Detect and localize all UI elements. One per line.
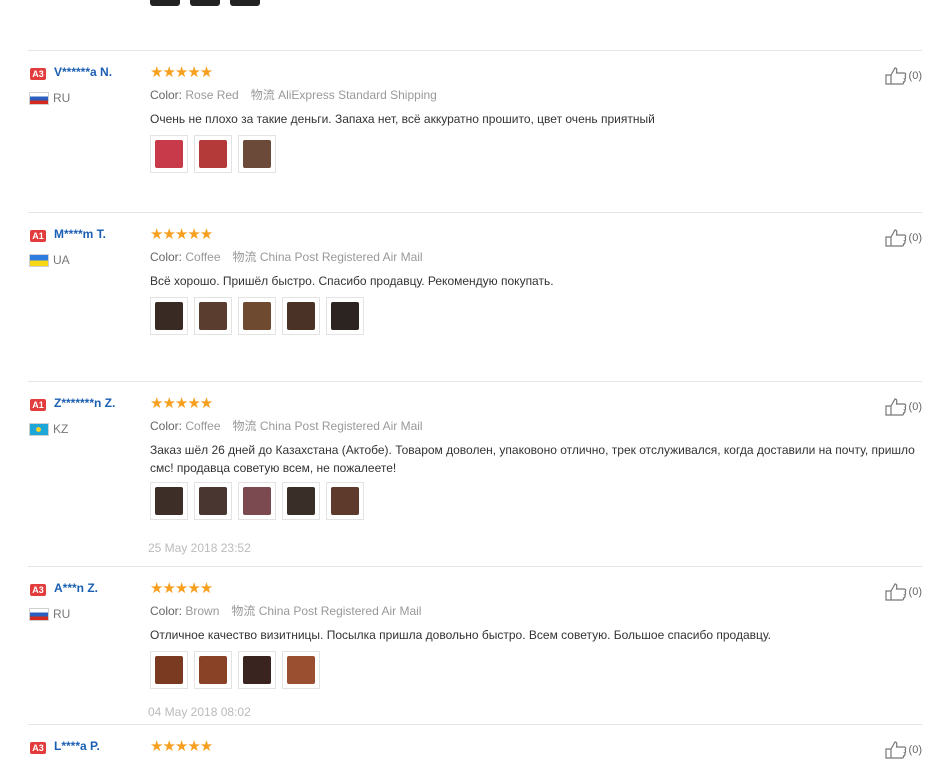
photo-thumbnail[interactable] <box>150 482 188 520</box>
review-item: A3 A***n Z. RU ★★★★★ Color: Brown 物流 China Po… <box>28 566 922 725</box>
photo-thumbnail[interactable] <box>150 297 188 335</box>
previous-review-photos <box>150 0 260 6</box>
reviewer-name: A***n Z. <box>54 581 99 595</box>
review-photos <box>150 135 276 173</box>
photo-thumbnail[interactable] <box>194 135 232 173</box>
reviewer-country: RU <box>53 91 71 105</box>
color-value: Rose Red <box>185 88 239 102</box>
review-item: A1 Z*******n Z. KZ ★★★★★ Color: Coffee 物流 Chi… <box>28 381 922 567</box>
review-photos <box>150 651 320 689</box>
reviewer-country: UA <box>53 253 70 267</box>
shipping-method: 物流 China Post Registered Air Mail <box>232 250 423 264</box>
order-info: Color: Coffee 物流 China Post Registered Ai… <box>150 248 423 265</box>
color-label: Color: <box>150 604 183 618</box>
helpful-count: (0) <box>908 400 922 413</box>
star-rating: ★★★★★ <box>150 226 213 243</box>
photo-thumbnail[interactable] <box>238 297 276 335</box>
helpful-count: (0) <box>908 585 922 598</box>
order-info: Color: Rose Red 物流 AliExpress Standard Sh… <box>150 86 437 103</box>
thumbs-up-icon <box>884 583 909 601</box>
photo-thumbnail[interactable] <box>150 135 188 173</box>
star-rating: ★★★★★ <box>150 395 213 412</box>
reviewer-country: KZ <box>53 422 69 436</box>
buyer-level-badge: A3 <box>30 584 46 596</box>
helpful-button[interactable]: (0) <box>884 67 922 85</box>
color-label: Color: <box>150 250 183 264</box>
star-rating: ★★★★★ <box>150 738 213 755</box>
thumbs-up-icon <box>884 67 909 85</box>
color-value: Coffee <box>185 419 221 433</box>
review-item: A3 V******a N. RU ★★★★★ Color: Rose Red 物流 Al… <box>28 50 922 213</box>
photo-thumbnail[interactable] <box>238 482 276 520</box>
order-info: Color: Coffee 物流 China Post Registered Ai… <box>150 417 423 434</box>
country-flag-icon <box>30 609 48 620</box>
review-text: Очень не плохо за такие деньги. Запаха н… <box>150 112 655 126</box>
buyer-level-badge: A1 <box>30 399 46 411</box>
photo-thumbnail[interactable] <box>326 482 364 520</box>
helpful-button[interactable]: (0) <box>884 741 922 759</box>
buyer-level-badge: A3 <box>30 68 46 80</box>
photo-thumbnail[interactable] <box>230 0 260 6</box>
order-info: Color: Brown 物流 China Post Registered Air… <box>150 602 421 619</box>
country-flag-icon <box>30 93 48 104</box>
reviewer-name: L****a P. <box>54 739 100 753</box>
color-label: Color: <box>150 88 183 102</box>
star-rating: ★★★★★ <box>150 64 213 81</box>
photo-thumbnail[interactable] <box>194 651 232 689</box>
review-item: A1 M****m T. UA ★★★★★ Color: Coffee 物流 China … <box>28 212 922 382</box>
helpful-button[interactable]: (0) <box>884 229 922 247</box>
photo-thumbnail[interactable] <box>194 482 232 520</box>
helpful-count: (0) <box>908 69 922 82</box>
review-text: Заказ шёл 26 дней до Казахстана (Актобе)… <box>150 443 915 475</box>
review-text: Отличное качество визитницы. Посылка при… <box>150 628 772 642</box>
photo-thumbnail[interactable] <box>282 297 320 335</box>
reviewer-name: V******a N. <box>54 65 113 79</box>
photo-thumbnail[interactable] <box>282 482 320 520</box>
photo-thumbnail[interactable] <box>282 651 320 689</box>
star-rating: ★★★★★ <box>150 580 213 597</box>
shipping-method: 物流 AliExpress Standard Shipping <box>250 88 437 102</box>
country-flag-icon <box>30 424 48 435</box>
review-date: 25 May 2018 23:52 <box>148 541 251 555</box>
buyer-level-badge: A1 <box>30 230 46 242</box>
review-date: 04 May 2018 08:02 <box>148 705 251 719</box>
reviewer-name: M****m T. <box>54 227 107 241</box>
photo-thumbnail[interactable] <box>150 651 188 689</box>
helpful-button[interactable]: (0) <box>884 583 922 601</box>
color-value: Brown <box>185 604 220 618</box>
shipping-method: 物流 China Post Registered Air Mail <box>231 604 422 618</box>
color-label: Color: <box>150 419 183 433</box>
photo-thumbnail[interactable] <box>150 0 180 6</box>
reviewer-name: Z*******n Z. <box>54 396 116 410</box>
country-flag-icon <box>30 255 48 266</box>
color-value: Coffee <box>185 250 221 264</box>
review-item: A3 L****a P. ★★★★★ (0) <box>28 724 922 759</box>
thumbs-up-icon <box>884 229 909 247</box>
photo-thumbnail[interactable] <box>238 651 276 689</box>
shipping-method: 物流 China Post Registered Air Mail <box>232 419 423 433</box>
thumbs-up-icon <box>884 398 909 416</box>
buyer-level-badge: A3 <box>30 742 46 754</box>
review-text: Всё хорошо. Пришёл быстро. Спасибо прода… <box>150 274 554 288</box>
reviewer-country: RU <box>53 607 71 621</box>
helpful-button[interactable]: (0) <box>884 398 922 416</box>
photo-thumbnail[interactable] <box>194 297 232 335</box>
helpful-count: (0) <box>908 231 922 244</box>
photo-thumbnail[interactable] <box>190 0 220 6</box>
photo-thumbnail[interactable] <box>238 135 276 173</box>
review-photos <box>150 297 364 335</box>
review-photos <box>150 482 364 520</box>
photo-thumbnail[interactable] <box>326 297 364 335</box>
